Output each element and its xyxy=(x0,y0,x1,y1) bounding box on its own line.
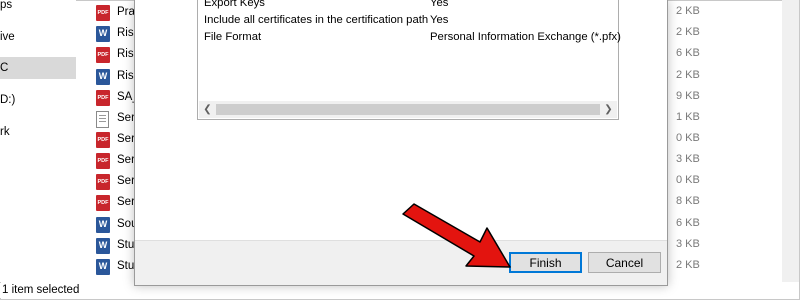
navigation-pane: ps ive C D:) rk xyxy=(0,0,76,282)
file-name: Ris xyxy=(117,48,134,60)
file-name: Ser xyxy=(117,196,135,208)
word-icon xyxy=(96,69,110,85)
file-name: Ser xyxy=(117,175,135,187)
file-list-item[interactable]: Sou xyxy=(96,215,138,236)
text-file-icon xyxy=(96,111,109,128)
file-size: 6 KB xyxy=(676,47,700,59)
file-name: Ser xyxy=(117,133,135,145)
file-list-item[interactable]: Ris xyxy=(96,24,138,45)
file-size: 2 KB xyxy=(676,259,700,271)
file-size: 0 KB xyxy=(676,132,700,144)
nav-item-drive[interactable]: ive xyxy=(0,26,76,48)
horizontal-scrollbar[interactable]: ❮ ❯ xyxy=(199,101,617,118)
nav-item-local-disk-c[interactable]: C xyxy=(0,57,76,79)
pdf-icon xyxy=(96,47,110,63)
nav-item-quick-access[interactable]: ps xyxy=(0,0,76,16)
file-list-item[interactable]: Ser xyxy=(96,151,138,172)
file-name: Ser xyxy=(117,154,135,166)
scrollbar-thumb[interactable] xyxy=(216,104,600,115)
file-name: Stu xyxy=(117,260,135,272)
file-list-item[interactable]: Ris xyxy=(96,45,138,66)
nav-item-label: ps xyxy=(0,0,13,11)
nav-item-drive-d[interactable]: D:) xyxy=(0,89,76,111)
file-list-item[interactable]: Ser xyxy=(96,193,138,214)
setting-value: Personal Information Exchange (*.pfx) xyxy=(430,31,621,43)
pdf-icon xyxy=(96,174,110,190)
file-size: 3 KB xyxy=(676,238,700,250)
pdf-icon xyxy=(96,153,110,169)
file-list-item[interactable]: Ser xyxy=(96,109,138,130)
scroll-left-icon[interactable]: ❮ xyxy=(199,101,216,118)
setting-value: Yes xyxy=(430,14,449,26)
file-list-item[interactable]: SA_ xyxy=(96,88,139,109)
vertical-scrollbar[interactable] xyxy=(782,0,799,282)
file-list-item[interactable]: Stu xyxy=(96,236,138,257)
cancel-button[interactable]: Cancel xyxy=(588,252,661,273)
setting-value: Yes xyxy=(430,0,449,9)
nav-item-label: rk xyxy=(0,126,10,138)
nav-item-network[interactable]: rk xyxy=(0,121,76,143)
setting-name: Export Keys xyxy=(204,0,265,9)
file-size: 3 KB xyxy=(676,153,700,165)
file-name: Ser xyxy=(117,112,135,124)
file-name: Ris xyxy=(117,27,134,39)
file-list-item[interactable]: Ser xyxy=(96,130,138,151)
setting-name: File Format xyxy=(204,31,262,43)
word-icon xyxy=(96,259,110,275)
file-name: Ris xyxy=(117,70,134,82)
file-size: 2 KB xyxy=(676,26,700,38)
file-size: 8 KB xyxy=(676,195,700,207)
file-list-item[interactable]: Pra xyxy=(96,3,138,24)
file-list-item[interactable]: Ser xyxy=(96,172,138,193)
pdf-icon xyxy=(96,5,110,21)
scroll-right-icon[interactable]: ❯ xyxy=(600,101,617,118)
pdf-icon xyxy=(96,90,110,106)
nav-item-label: D:) xyxy=(0,94,16,106)
file-size: 6 KB xyxy=(676,217,700,229)
file-size: 2 KB xyxy=(676,5,700,17)
setting-name: Include all certificates in the certific… xyxy=(204,14,429,26)
file-list-item[interactable]: Ris xyxy=(96,67,138,88)
size-column: 2 KB 2 KB 6 KB 2 KB 9 KB 1 KB 0 KB 3 KB 0 KB 8 KB… xyxy=(676,0,700,282)
file-size: 9 KB xyxy=(676,90,700,102)
file-size: 1 KB xyxy=(676,111,700,123)
file-name: Stu xyxy=(117,239,135,251)
file-list-item[interactable]: Stu xyxy=(96,257,138,278)
pdf-icon xyxy=(96,195,110,211)
red-arrow-annotation xyxy=(402,203,511,268)
pdf-icon xyxy=(96,132,110,148)
status-text: 1 item selected xyxy=(2,284,80,296)
nav-item-label: C xyxy=(0,62,9,74)
nav-item-label: ive xyxy=(0,31,15,43)
file-size: 0 KB xyxy=(676,174,700,186)
word-icon xyxy=(96,238,110,254)
word-icon xyxy=(96,217,110,233)
file-size: 2 KB xyxy=(676,69,700,81)
settings-list[interactable]: Export Keys Yes Include all certificates… xyxy=(197,0,621,120)
file-name: Pra xyxy=(117,6,135,18)
word-icon xyxy=(96,26,110,42)
